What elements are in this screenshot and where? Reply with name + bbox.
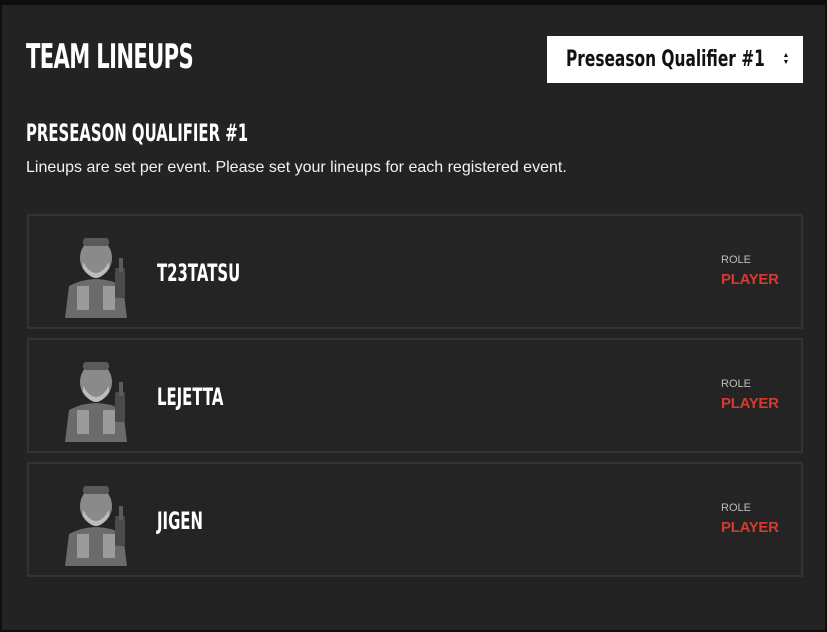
- roster-list: T23TATSU ROLE PLAYER LEJETTA ROLE PLAYER: [27, 214, 803, 586]
- event-description: Lineups are set per event. Please set yo…: [26, 159, 567, 176]
- role-label: ROLE: [721, 254, 751, 266]
- event-select-value: Preseason Qualifier #1: [566, 47, 765, 72]
- player-card: T23TATSU ROLE PLAYER: [27, 214, 803, 329]
- event-title: PRESEASON QUALIFIER #1: [26, 119, 249, 147]
- player-name: JIGEN: [157, 507, 203, 535]
- player-name: LEJETTA: [157, 383, 224, 411]
- character-portrait-icon: [65, 486, 127, 566]
- select-arrows-icon: ▲ ▼: [782, 52, 790, 66]
- role-value: PLAYER: [721, 519, 779, 536]
- event-select[interactable]: Preseason Qualifier #1 ▲ ▼: [547, 36, 803, 83]
- character-portrait-icon: [65, 238, 127, 318]
- team-lineups-panel: TEAM LINEUPS Preseason Qualifier #1 ▲ ▼ P…: [0, 0, 827, 632]
- player-card: JIGEN ROLE PLAYER: [27, 462, 803, 577]
- role-label: ROLE: [721, 378, 751, 390]
- player-card: LEJETTA ROLE PLAYER: [27, 338, 803, 453]
- character-portrait-icon: [65, 362, 127, 442]
- player-name: T23TATSU: [157, 259, 241, 287]
- role-value: PLAYER: [721, 395, 779, 412]
- role-value: PLAYER: [721, 271, 779, 288]
- page-title: TEAM LINEUPS: [26, 37, 194, 77]
- role-label: ROLE: [721, 502, 751, 514]
